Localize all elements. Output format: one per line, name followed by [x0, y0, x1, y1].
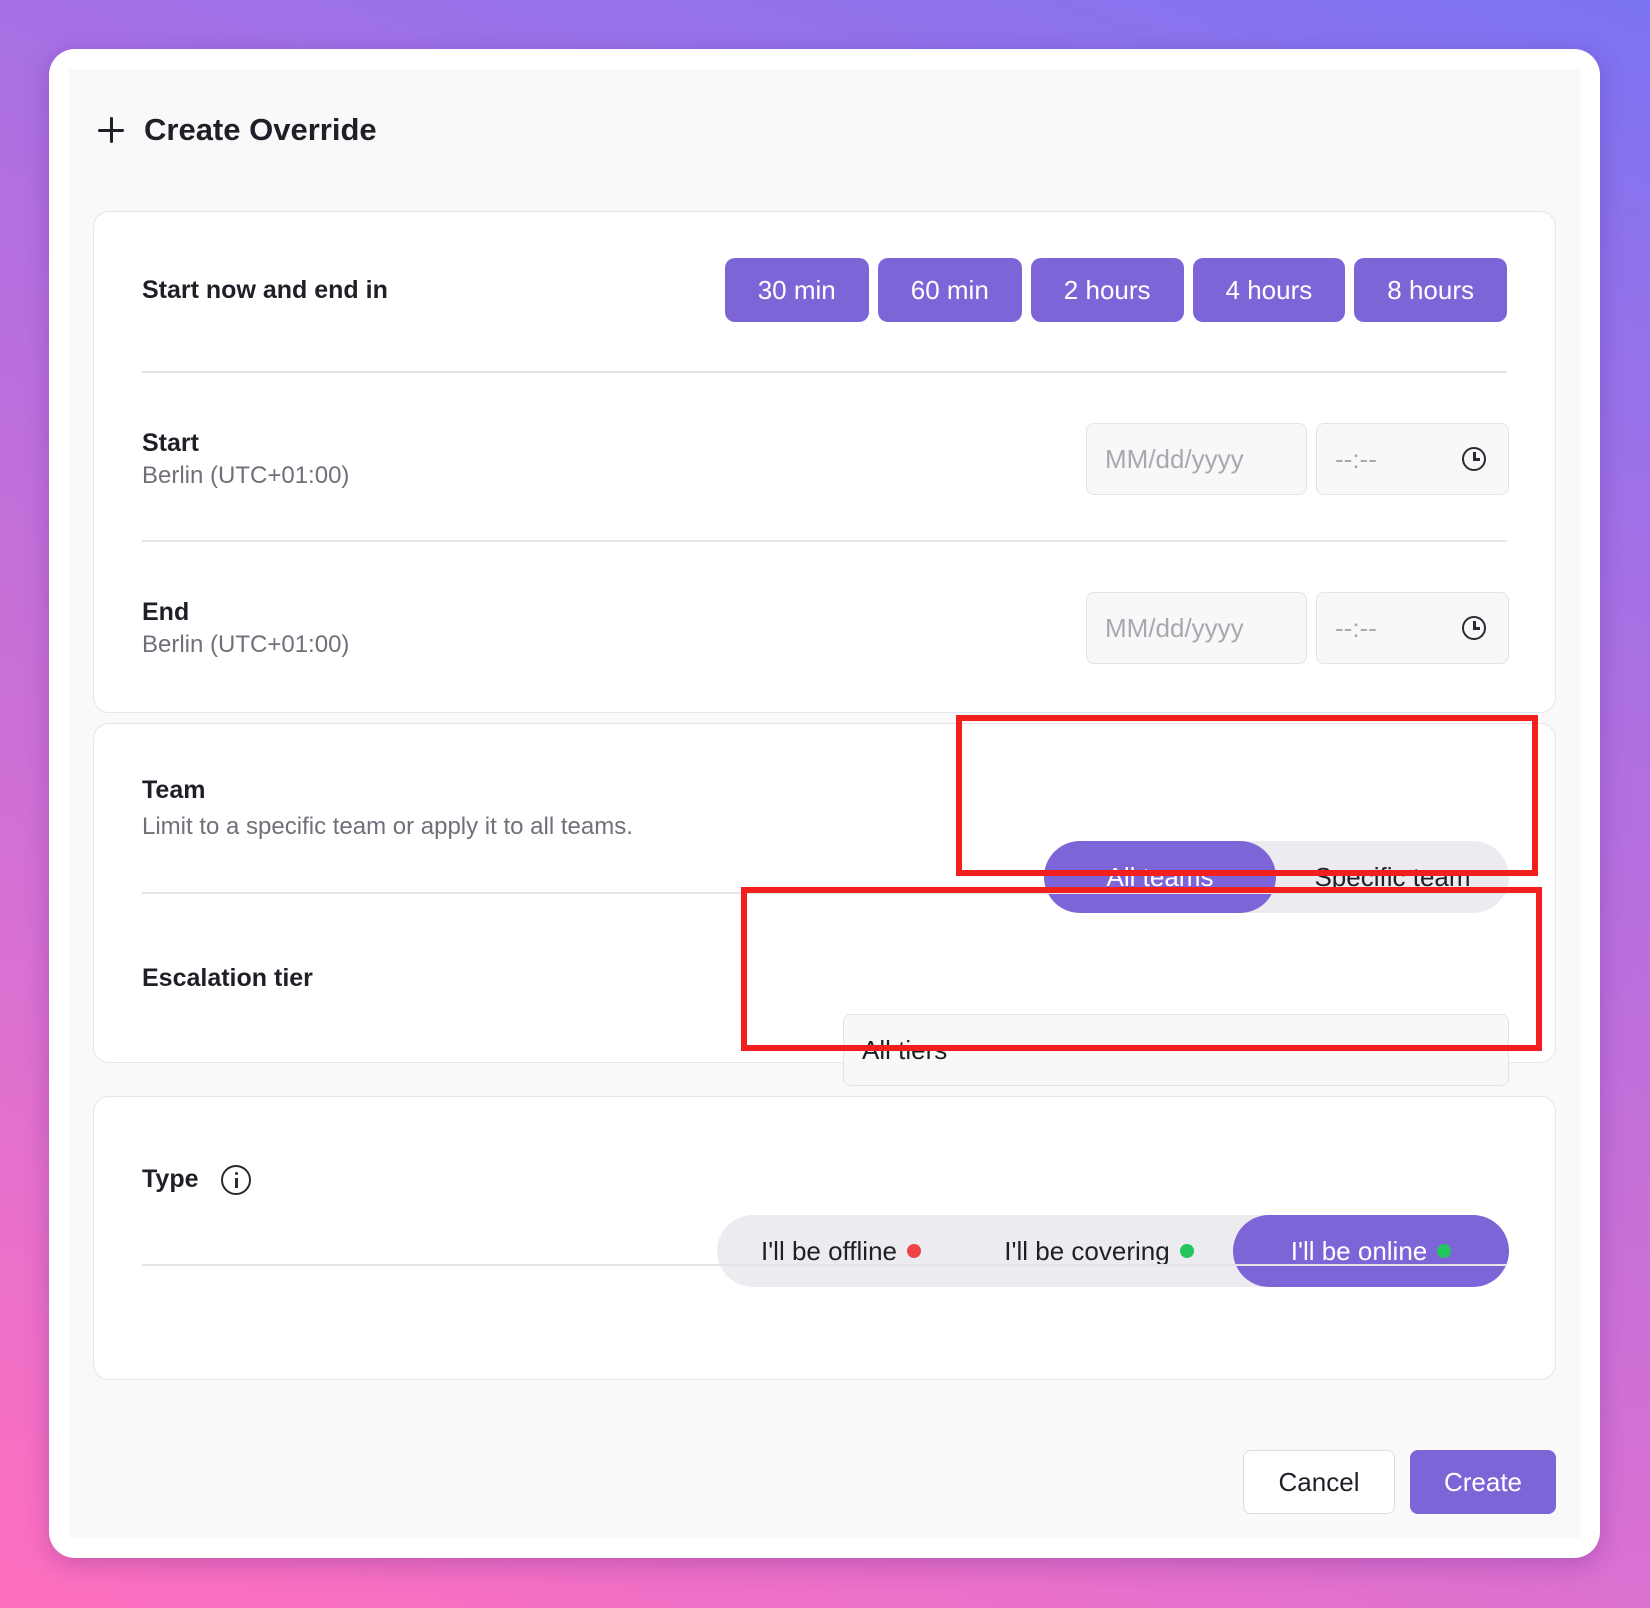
divider — [142, 371, 1507, 373]
escalation-row: Escalation tier All tiers — [142, 942, 1509, 1086]
online-option-label: I'll be online — [1290, 1235, 1428, 1266]
offline-status-dot — [907, 1244, 922, 1258]
clock-icon[interactable] — [1462, 616, 1486, 640]
info-icon[interactable] — [221, 1165, 252, 1196]
covering-status-dot — [1179, 1244, 1194, 1258]
create-button[interactable]: Create — [1410, 1450, 1556, 1514]
type-toggle: I'll be offline I'll be covering I'll be… — [717, 1215, 1509, 1287]
team-toggle: All teams Specific team — [1044, 841, 1509, 913]
online-option[interactable]: I'll be online — [1233, 1215, 1509, 1287]
team-label: Team — [142, 776, 206, 804]
team-description: Limit to a specific team or apply it to … — [142, 813, 633, 840]
escalation-tier-select[interactable]: All tiers — [843, 1014, 1509, 1086]
type-section: Type I'll be offline I'll be covering I'… — [93, 1096, 1556, 1380]
all-teams-option[interactable]: All teams — [1044, 841, 1276, 913]
duration-2hours-button[interactable]: 2 hours — [1030, 258, 1184, 322]
offline-option[interactable]: I'll be offline — [717, 1215, 965, 1287]
duration-row: Start now and end in 30 min 60 min 2 hou… — [142, 258, 1507, 322]
duration-8hours-button[interactable]: 8 hours — [1354, 258, 1507, 322]
divider — [142, 892, 1507, 894]
online-status-dot — [1437, 1244, 1452, 1258]
create-override-dialog: Create Override Start now and end in 30 … — [49, 49, 1600, 1558]
duration-30min-button[interactable]: 30 min — [724, 258, 869, 322]
end-time-input[interactable]: --:-- — [1316, 592, 1509, 664]
duration-options: 30 min 60 min 2 hours 4 hours 8 hours — [724, 258, 1507, 322]
start-date-input[interactable]: MM/dd/yyyy — [1086, 423, 1307, 495]
type-label: Type — [142, 1165, 199, 1193]
end-time-placeholder: --:-- — [1335, 612, 1377, 643]
duration-60min-button[interactable]: 60 min — [877, 258, 1022, 322]
type-row: Type I'll be offline I'll be covering I'… — [142, 1143, 1509, 1287]
dialog-title: Create Override — [144, 112, 377, 147]
type-label-wrap: Type — [142, 1143, 1507, 1215]
end-date-input[interactable]: MM/dd/yyyy — [1086, 592, 1307, 664]
offline-option-label: I'll be offline — [760, 1235, 898, 1266]
cancel-button[interactable]: Cancel — [1243, 1450, 1395, 1514]
clock-icon[interactable] — [1462, 447, 1486, 471]
dialog-header: Create Override — [96, 102, 377, 158]
end-row: End Berlin (UTC+01:00) MM/dd/yyyy --:-- — [142, 592, 1509, 664]
team-row: Team Limit to a specific team or apply i… — [142, 774, 1509, 913]
divider — [142, 1264, 1507, 1266]
timing-section: Start now and end in 30 min 60 min 2 hou… — [93, 211, 1556, 713]
specific-team-option[interactable]: Specific team — [1276, 841, 1509, 913]
start-time-placeholder: --:-- — [1335, 443, 1377, 474]
covering-option[interactable]: I'll be covering — [965, 1215, 1233, 1287]
plus-icon — [96, 115, 126, 145]
covering-option-label: I'll be covering — [1004, 1235, 1170, 1266]
dialog-body: Create Override Start now and end in 30 … — [69, 69, 1580, 1538]
start-row: Start Berlin (UTC+01:00) MM/dd/yyyy --:-… — [142, 423, 1509, 495]
team-section: Team Limit to a specific team or apply i… — [93, 723, 1556, 1086]
divider — [142, 540, 1507, 542]
start-time-input[interactable]: --:-- — [1316, 423, 1509, 495]
escalation-label: Escalation tier — [142, 964, 313, 992]
duration-4hours-button[interactable]: 4 hours — [1192, 258, 1346, 322]
